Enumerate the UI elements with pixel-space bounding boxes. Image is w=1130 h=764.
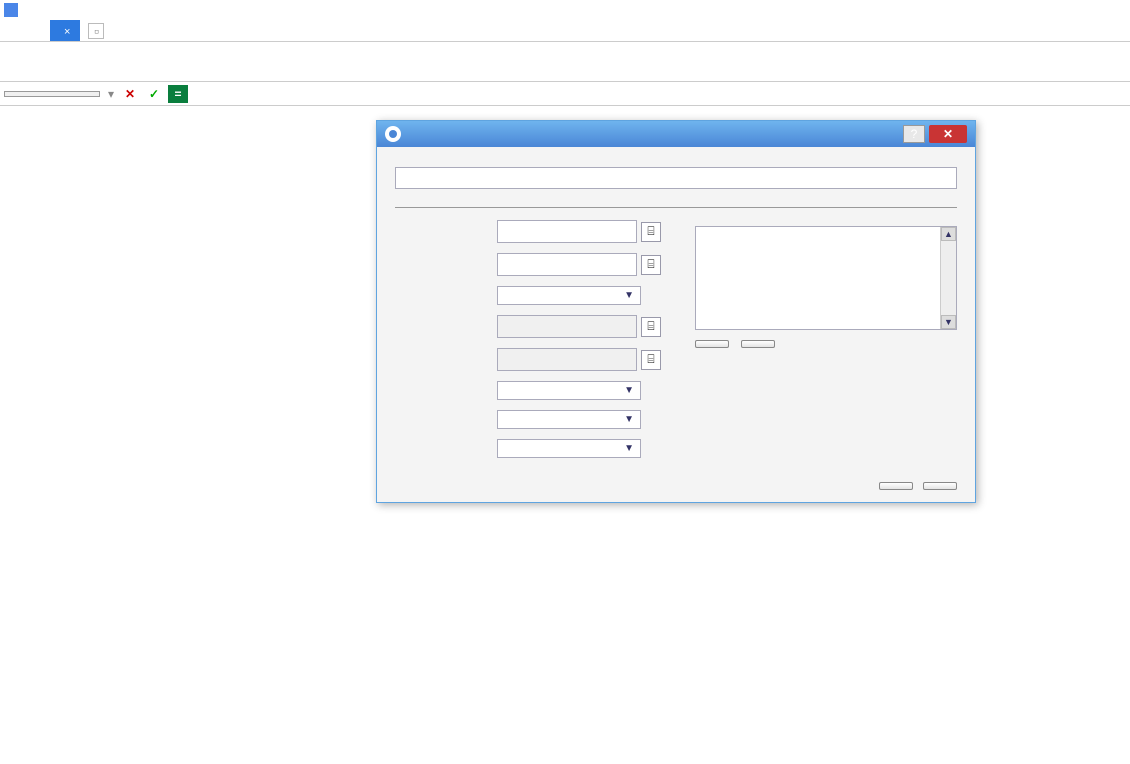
new-tab-button[interactable]: ▫: [88, 23, 104, 39]
tab-home[interactable]: [30, 28, 50, 34]
subject-code-lookup-icon[interactable]: ⌸: [641, 222, 661, 242]
dialog-icon: [385, 126, 401, 142]
scroll-up-icon[interactable]: ▲: [941, 227, 956, 241]
project-code-input: [497, 315, 637, 338]
formula-input[interactable]: [190, 85, 1130, 103]
subject-code-input[interactable]: [497, 220, 637, 243]
formula-wizard-dialog: ? ✕ ⌸ ⌸: [376, 120, 976, 503]
app-icon: [4, 3, 18, 17]
currency-combo[interactable]: ▼: [497, 381, 641, 400]
tab-close-icon[interactable]: ×: [64, 26, 70, 38]
chevron-down-icon: ▼: [624, 385, 634, 396]
formula-cancel-button[interactable]: ✕: [120, 85, 140, 103]
project-code-lookup-icon[interactable]: ⌸: [641, 317, 661, 337]
cancel-button[interactable]: [923, 482, 957, 490]
fiscal-year-combo[interactable]: ▼: [497, 410, 641, 429]
formula-bar: ▾ ✕ ✓ =: [0, 82, 1130, 106]
subject-to-input[interactable]: [497, 253, 637, 276]
formula-dropdown-icon[interactable]: ▾: [104, 87, 118, 101]
dialog-titlebar[interactable]: ? ✕: [377, 121, 975, 147]
fetch-type-listbox[interactable]: ▲ ▼: [695, 226, 957, 330]
chevron-down-icon: ▼: [624, 443, 634, 454]
tab-active[interactable]: ×: [50, 20, 80, 41]
formula-equals-button[interactable]: =: [168, 85, 188, 103]
main-toolbar: [0, 42, 1130, 82]
dialog-close-button[interactable]: ✕: [929, 125, 967, 143]
scroll-down-icon[interactable]: ▼: [941, 315, 956, 329]
ok-button[interactable]: [879, 482, 913, 490]
cell-reference-box[interactable]: [4, 91, 100, 97]
chevron-down-icon: ▼: [624, 414, 634, 425]
fill-formula-button[interactable]: [695, 340, 729, 348]
listbox-scrollbar[interactable]: ▲ ▼: [940, 227, 956, 329]
project-type-combo[interactable]: ▼: [497, 286, 641, 305]
dialog-formula-input[interactable]: [395, 167, 957, 189]
chevron-down-icon: ▼: [624, 290, 634, 301]
formula-accept-button[interactable]: ✓: [144, 85, 164, 103]
subject-to-lookup-icon[interactable]: ⌸: [641, 255, 661, 275]
title-bar: [0, 0, 1130, 20]
dialog-help-button[interactable]: ?: [903, 125, 925, 143]
dialog-tabs: [395, 207, 957, 208]
project-to-input: [497, 348, 637, 371]
project-to-lookup-icon[interactable]: ⌸: [641, 350, 661, 370]
clear-formula-button[interactable]: [741, 340, 775, 348]
fiscal-period-combo[interactable]: ▼: [497, 439, 641, 458]
document-tabs: × ▫: [0, 20, 1130, 42]
